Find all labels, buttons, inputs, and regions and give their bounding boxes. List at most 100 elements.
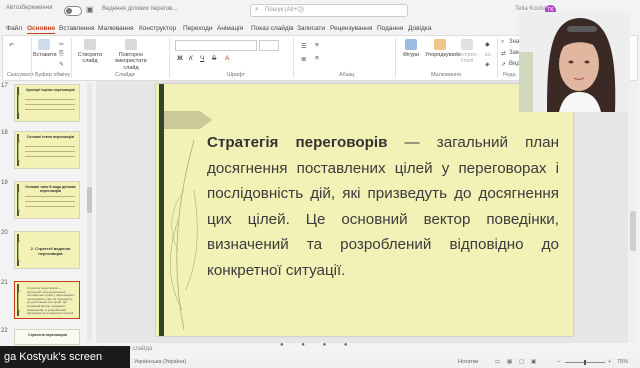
group-paragraph-label: Абзац xyxy=(339,72,355,78)
zoom-out-icon[interactable]: − xyxy=(557,359,560,365)
autosave-toggle[interactable] xyxy=(64,6,82,16)
copy-icon[interactable]: ⎘ xyxy=(59,51,64,58)
leaf-decoration-icon xyxy=(18,240,25,262)
font-color-icon[interactable]: A xyxy=(225,55,229,62)
paste-icon xyxy=(38,39,50,50)
tab-transitions[interactable]: Переходи xyxy=(183,25,212,32)
tab-design[interactable]: Конструктор xyxy=(139,25,176,32)
find-icon[interactable]: ⌕ xyxy=(501,39,504,46)
person-image xyxy=(519,12,630,112)
underline-icon[interactable]: Ч xyxy=(200,55,204,62)
reuse-slides-button[interactable]: Повторно використати слайд xyxy=(109,39,153,71)
paste-label: Вставити xyxy=(33,52,57,58)
shape-fill-icon[interactable]: ◆ xyxy=(485,41,490,48)
zoom-level[interactable]: 75% xyxy=(617,359,628,365)
notes-pane[interactable]: Нотатки до слайда xyxy=(100,346,400,352)
bullets-icon[interactable]: ☰ xyxy=(301,42,307,50)
tab-help[interactable]: Довідка xyxy=(408,25,431,32)
replace-icon[interactable]: ⇄ xyxy=(501,50,506,57)
format-painter-icon[interactable]: ✎ xyxy=(59,61,64,68)
tab-animations[interactable]: Анімація xyxy=(217,25,243,32)
thumbnail-text-line xyxy=(25,151,75,152)
screen-share-caption: ga Kostyuk's screen xyxy=(0,346,130,368)
notes-button[interactable]: Нотатки xyxy=(458,359,478,365)
save-icon[interactable]: ▣ xyxy=(86,5,94,14)
leaf-decoration-icon xyxy=(18,93,25,115)
slide-thumbnail-19[interactable]: Основні типи й види ділових переговорів xyxy=(14,181,80,219)
thumbnail-text-line xyxy=(25,156,75,157)
thumbnail-scrollbar[interactable] xyxy=(87,83,92,341)
slide-sorter-icon[interactable]: ▦ xyxy=(507,359,512,365)
thumbnail-title: Стратегія переговорів xyxy=(28,333,67,337)
scrollbar-thumb[interactable] xyxy=(87,187,92,213)
search-input[interactable]: ⌕ Пошук (Alt+Q) xyxy=(250,4,408,17)
numbering-icon[interactable]: ≡ xyxy=(315,42,319,49)
tab-draw[interactable]: Малювання xyxy=(98,25,133,32)
slide-thumbnail-22[interactable]: Стратегія переговорів xyxy=(14,329,80,345)
italic-icon[interactable]: К xyxy=(189,55,193,62)
slide-21[interactable]: Стратегія переговорів — загальний план д… xyxy=(156,84,573,336)
divider xyxy=(395,38,396,78)
shape-effects-icon[interactable]: ◈ xyxy=(485,61,490,68)
tab-slideshow[interactable]: Показ слайдів xyxy=(251,25,294,32)
arrange-icon xyxy=(434,39,446,50)
zoom-in-icon[interactable]: + xyxy=(608,359,611,365)
slide-thumbnail-18[interactable]: Основні етапи переговорів xyxy=(14,131,80,169)
strikethrough-icon[interactable]: S xyxy=(212,55,216,62)
group-drawing-label: Малювання xyxy=(431,72,462,78)
tab-view[interactable]: Подання xyxy=(377,25,403,32)
leaf-decoration-icon xyxy=(169,139,198,330)
slideshow-icon[interactable]: ▣ xyxy=(531,359,536,365)
reading-view-icon[interactable]: ▢ xyxy=(519,359,524,365)
paste-button[interactable]: Вставити xyxy=(33,39,57,58)
thumbnail-number: 18 xyxy=(1,130,8,136)
font-name-select[interactable] xyxy=(175,40,257,51)
search-placeholder: Пошук (Alt+Q) xyxy=(265,7,304,13)
scrollbar-thumb[interactable] xyxy=(630,211,636,251)
slide-thumbnail-20[interactable]: 2. Стратегії ведення переговорів xyxy=(14,231,80,269)
select-icon[interactable]: ➚ xyxy=(501,61,506,68)
shape-outline-icon[interactable]: ▭ xyxy=(485,51,491,58)
language-status[interactable]: Українська (Україна) xyxy=(134,359,186,365)
new-slide-icon xyxy=(84,39,96,50)
slide-term: Стратегія переговорів xyxy=(207,134,388,151)
cut-icon[interactable]: ✂ xyxy=(59,41,64,48)
tab-record[interactable]: Записати xyxy=(297,25,325,32)
slide-scrollbar[interactable] xyxy=(629,81,637,343)
thumbnail-title: Критерії оцінки переговорів xyxy=(26,88,75,92)
normal-view-icon[interactable]: ▭ xyxy=(495,359,500,365)
tab-review[interactable]: Рецензування xyxy=(330,25,372,32)
quick-styles-button[interactable]: Експрес-стилі xyxy=(455,39,479,65)
slide-thumbnail-17[interactable]: Критерії оцінки переговорів xyxy=(14,84,80,122)
thumbnail-text-line xyxy=(25,146,75,147)
align-left-icon[interactable]: ≣ xyxy=(301,55,306,63)
group-undo-label: Скасувати xyxy=(7,72,34,78)
thumbnail-body: Стратегія переговорів — загальний план д… xyxy=(27,286,75,316)
tab-insert[interactable]: Вставлення xyxy=(59,25,95,32)
slide-body-text[interactable]: Стратегія переговорів — загальний план д… xyxy=(207,130,559,283)
font-size-select[interactable] xyxy=(259,40,279,51)
quick-styles-icon xyxy=(461,39,473,50)
thumbnail-title: Основні типи й види ділових переговорів xyxy=(25,185,76,193)
search-icon: ⌕ xyxy=(255,6,259,13)
new-slide-button[interactable]: Створити слайд xyxy=(75,39,105,65)
slide-thumbnails-pane: 17 Критерії оцінки переговорів 18 Основн… xyxy=(0,81,96,345)
shapes-button[interactable]: Фігури xyxy=(399,39,423,58)
thumbnail-text-line xyxy=(25,196,75,197)
thumbnail-text-line xyxy=(25,99,75,100)
webcam-video xyxy=(519,12,630,112)
bold-icon[interactable]: Ж xyxy=(177,55,183,62)
undo-icon[interactable]: ↶ xyxy=(9,42,14,49)
divider xyxy=(71,38,72,78)
slide-thumbnail-21[interactable]: Стратегія переговорів — загальний план д… xyxy=(14,281,80,319)
align-center-icon[interactable]: ≡ xyxy=(315,55,319,62)
tab-home[interactable]: Основне xyxy=(27,25,56,34)
tab-file[interactable]: Файл xyxy=(6,25,22,32)
leaf-decoration-icon xyxy=(18,190,25,212)
slide-definition: — загальний план досягнення поставлених … xyxy=(207,134,559,279)
reuse-slides-icon xyxy=(125,39,137,50)
arrange-button[interactable]: Упорядкувати xyxy=(425,39,460,58)
group-editing-label: Реда xyxy=(503,72,516,78)
zoom-slider-thumb[interactable] xyxy=(584,360,586,365)
thumbnail-text-line xyxy=(25,104,75,105)
